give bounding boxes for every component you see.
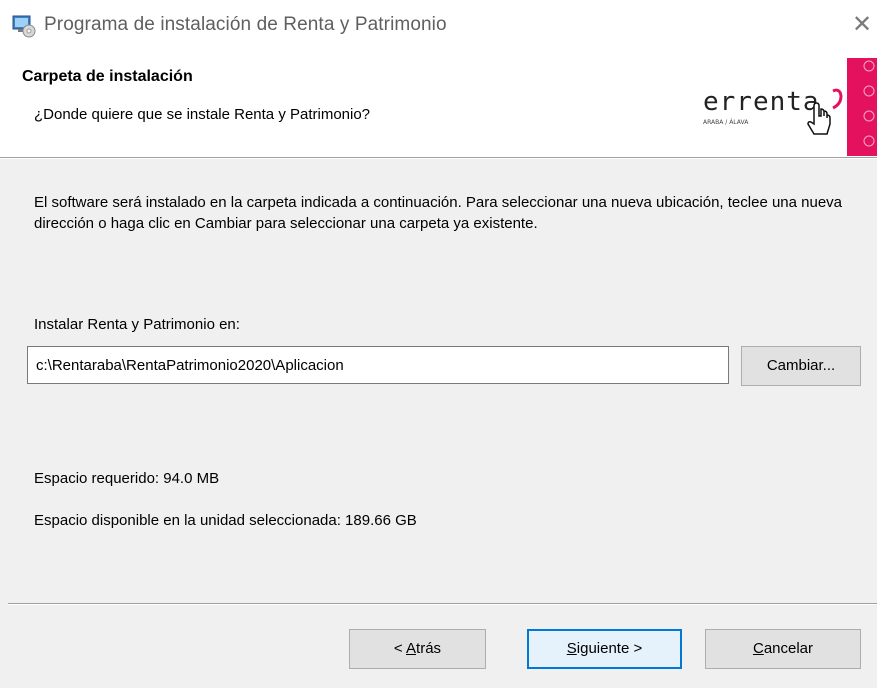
- cancel-button-label: ancelar: [763, 640, 814, 657]
- logo-tagline: ARABA / ÁLAVA: [703, 119, 749, 126]
- install-path-input[interactable]: [27, 346, 729, 384]
- close-icon[interactable]: ✕: [850, 12, 874, 38]
- next-button[interactable]: Siguiente >: [527, 629, 682, 669]
- title-bar: Programa de instalación de Renta y Patri…: [0, 0, 877, 52]
- cancel-button[interactable]: Cancelar: [705, 629, 861, 669]
- required-space-text: Espacio requerido: 94.0 MB: [34, 470, 220, 487]
- logo-brand-text: errenta: [703, 87, 820, 117]
- back-button-mnemonic: A: [406, 640, 417, 657]
- back-button-label: trás: [416, 640, 442, 657]
- dialog-header: Carpeta de instalación ¿Donde quiere que…: [0, 52, 877, 157]
- window-title: Programa de instalación de Renta y Patri…: [44, 14, 447, 35]
- install-path-label: Instalar Renta y Patrimonio en:: [34, 316, 240, 333]
- instructions-text: El software será instalado en la carpeta…: [34, 194, 843, 232]
- installer-icon: [12, 15, 36, 38]
- page-title: Carpeta de instalación: [22, 68, 193, 85]
- available-space-text: Espacio disponible en la unidad seleccio…: [34, 512, 417, 529]
- next-button-label: iguiente >: [576, 640, 643, 657]
- footer-divider: [8, 603, 877, 605]
- header-divider: [0, 157, 877, 159]
- change-folder-button[interactable]: Cambiar...: [741, 346, 861, 386]
- page-subtitle: ¿Donde quiere que se instale Renta y Pat…: [34, 106, 371, 123]
- next-button-mnemonic: S: [566, 640, 577, 657]
- back-button[interactable]: < Atrás: [349, 629, 486, 669]
- cancel-button-mnemonic: C: [752, 640, 764, 657]
- errenta-logo: errenta ARABA / ÁLAVA: [703, 58, 877, 156]
- back-button-prefix: <: [393, 640, 407, 657]
